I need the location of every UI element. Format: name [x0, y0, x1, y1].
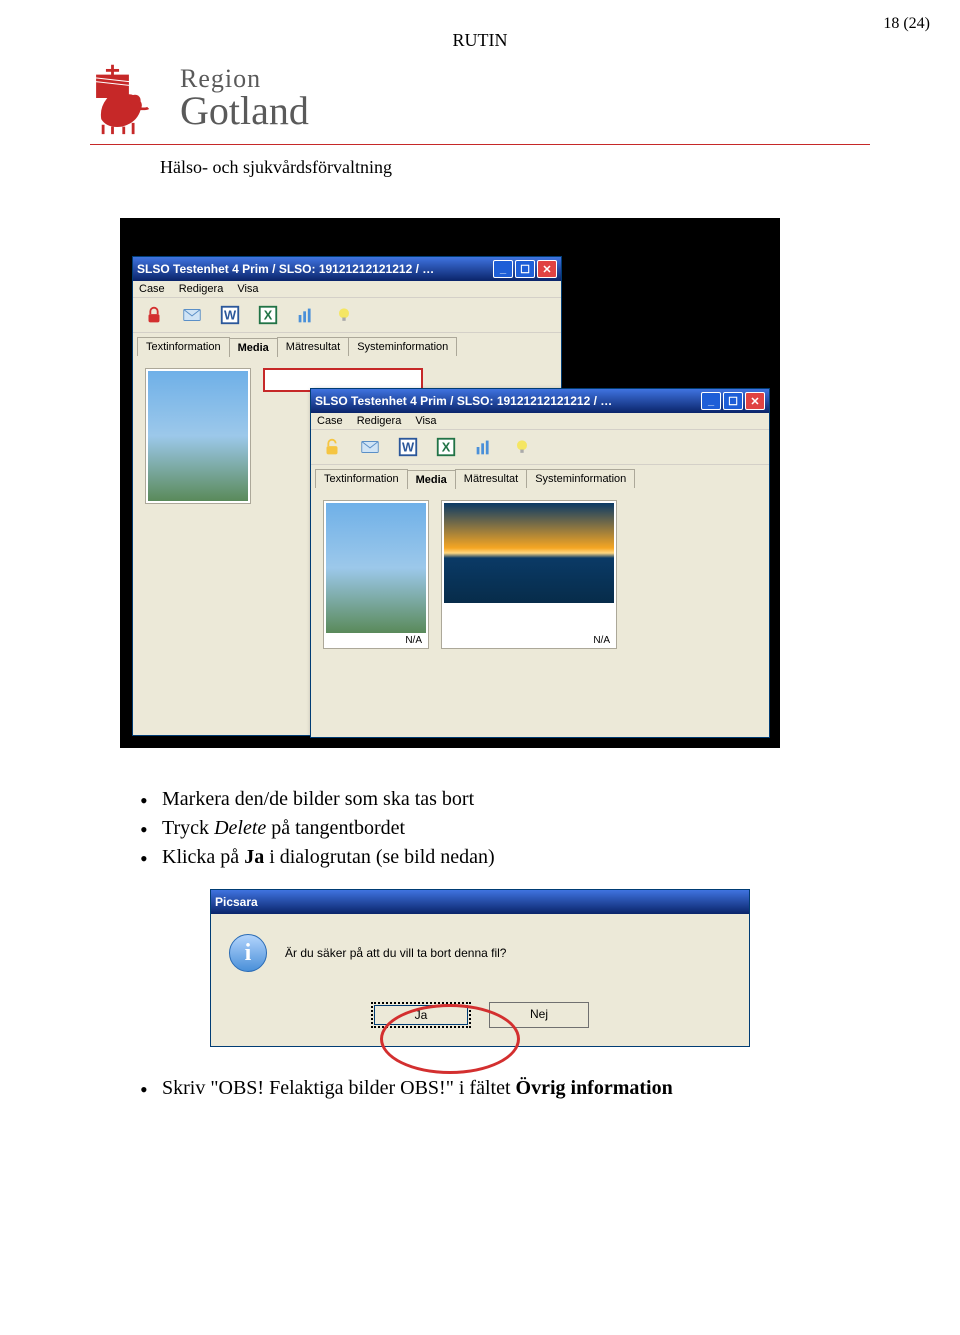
window-title-back: SLSO Testenhet 4 Prim / SLSO: 1912121212… [137, 262, 493, 276]
menu-case[interactable]: Case [317, 415, 343, 427]
bullet-text: Markera den/de bilder som ska tas bort [162, 788, 474, 810]
svg-text:W: W [402, 440, 415, 455]
chart-icon[interactable] [293, 302, 319, 328]
minimize-button[interactable]: _ [493, 260, 513, 278]
bullet-markera: Markera den/de bilder som ska tas bort [140, 788, 870, 811]
bulb-icon[interactable] [509, 434, 535, 460]
svg-text:W: W [224, 308, 237, 323]
page-number: 18 (24) [883, 15, 930, 33]
lock-icon[interactable] [141, 302, 167, 328]
bullet-text: Skriv "OBS! Felaktiga bilder OBS!" i fäl… [162, 1077, 516, 1099]
close-button[interactable]: ✕ [537, 260, 557, 278]
bullet-text: på tangentbordet [266, 817, 405, 839]
titlebar-front: SLSO Testenhet 4 Prim / SLSO: 1912121212… [311, 389, 769, 413]
minimize-button[interactable]: _ [701, 392, 721, 410]
thumbnail-label: N/A [444, 633, 614, 646]
bullet-list-2: Skriv "OBS! Felaktiga bilder OBS!" i fäl… [140, 1077, 870, 1100]
bulb-icon[interactable] [331, 302, 357, 328]
toolbar-front: W X [311, 430, 769, 465]
info-icon: i [229, 934, 267, 972]
mail-icon[interactable] [179, 302, 205, 328]
tab-systeminformation[interactable]: Systeminformation [526, 469, 635, 488]
tabs-back: Textinformation Media Mätresultat System… [133, 333, 561, 356]
thumbnail-tree[interactable]: N/A [323, 500, 429, 649]
word-icon[interactable]: W [395, 434, 421, 460]
tab-media[interactable]: Media [407, 470, 456, 489]
screenshot-dialog: Picsara i Är du säker på att du vill ta … [210, 889, 750, 1047]
titlebar-back: SLSO Testenhet 4 Prim / SLSO: 1912121212… [133, 257, 561, 281]
region-gotland-logo-icon [90, 61, 165, 136]
menu-visa[interactable]: Visa [415, 415, 436, 427]
bullet-text: Klicka på [162, 846, 244, 868]
menubar-front: Case Redigera Visa [311, 413, 769, 430]
logo: Region Gotland [90, 61, 870, 136]
menubar-back: Case Redigera Visa [133, 281, 561, 298]
screenshot-app-windows: SLSO Testenhet 4 Prim / SLSO: 1912121212… [120, 218, 780, 748]
menu-case[interactable]: Case [139, 283, 165, 295]
excel-icon[interactable]: X [433, 434, 459, 460]
tab-systeminformation[interactable]: Systeminformation [348, 337, 457, 356]
header-label: RUTIN [90, 30, 870, 51]
chart-icon[interactable] [471, 434, 497, 460]
dialog-buttons: Ja Nej [211, 992, 749, 1046]
window-front: SLSO Testenhet 4 Prim / SLSO: 1912121212… [310, 388, 770, 738]
svg-text:X: X [442, 440, 451, 455]
bullet-tryck-delete: Tryck Delete på tangentbordet [140, 817, 870, 840]
content-front: N/A N/A [311, 488, 769, 661]
bullet-strong: Övrig information [516, 1077, 673, 1099]
word-icon[interactable]: W [217, 302, 243, 328]
thumbnail-label: N/A [326, 633, 426, 646]
tab-matresultat[interactable]: Mätresultat [455, 469, 527, 488]
toolbar-back: W X [133, 298, 561, 333]
tab-matresultat[interactable]: Mätresultat [277, 337, 349, 356]
tab-media[interactable]: Media [229, 338, 278, 357]
excel-icon[interactable]: X [255, 302, 281, 328]
window-title-front: SLSO Testenhet 4 Prim / SLSO: 1912121212… [315, 394, 701, 408]
bullet-text: i dialogrutan (se bild nedan) [264, 846, 495, 868]
svg-text:X: X [264, 308, 273, 323]
unlock-icon[interactable] [319, 434, 345, 460]
tab-textinformation[interactable]: Textinformation [137, 337, 230, 356]
logo-text: Region Gotland [180, 67, 309, 130]
thumbnail-sunset[interactable]: N/A [441, 500, 617, 649]
tab-textinformation[interactable]: Textinformation [315, 469, 408, 488]
ja-button[interactable]: Ja [371, 1002, 471, 1028]
menu-redigera[interactable]: Redigera [357, 415, 402, 427]
logo-gotland: Gotland [180, 92, 309, 130]
maximize-button[interactable]: ☐ [515, 260, 535, 278]
dialog-titlebar: Picsara [211, 890, 749, 914]
dialog-body: i Är du säker på att du vill ta bort den… [211, 914, 749, 992]
nej-button[interactable]: Nej [489, 1002, 589, 1028]
close-button[interactable]: ✕ [745, 392, 765, 410]
department: Hälso- och sjukvårdsförvaltning [160, 157, 870, 178]
dialog-message: Är du säker på att du vill ta bort denna… [285, 946, 506, 960]
bullet-klicka-ja: Klicka på Ja i dialogrutan (se bild neda… [140, 846, 870, 869]
menu-redigera[interactable]: Redigera [179, 283, 224, 295]
dialog-picsara: Picsara i Är du säker på att du vill ta … [210, 889, 750, 1047]
divider [90, 144, 870, 145]
bullet-skriv-obs: Skriv "OBS! Felaktiga bilder OBS!" i fäl… [140, 1077, 870, 1100]
dialog-title: Picsara [215, 895, 745, 909]
maximize-button[interactable]: ☐ [723, 392, 743, 410]
bullet-text: Tryck [162, 817, 214, 839]
bullet-strong: Ja [244, 846, 264, 868]
menu-visa[interactable]: Visa [237, 283, 258, 295]
bullet-emphasis: Delete [214, 817, 266, 839]
tabs-front: Textinformation Media Mätresultat System… [311, 465, 769, 488]
mail-icon[interactable] [357, 434, 383, 460]
thumbnail-tree[interactable] [145, 368, 251, 504]
bullet-list-1: Markera den/de bilder som ska tas bort T… [140, 788, 870, 869]
